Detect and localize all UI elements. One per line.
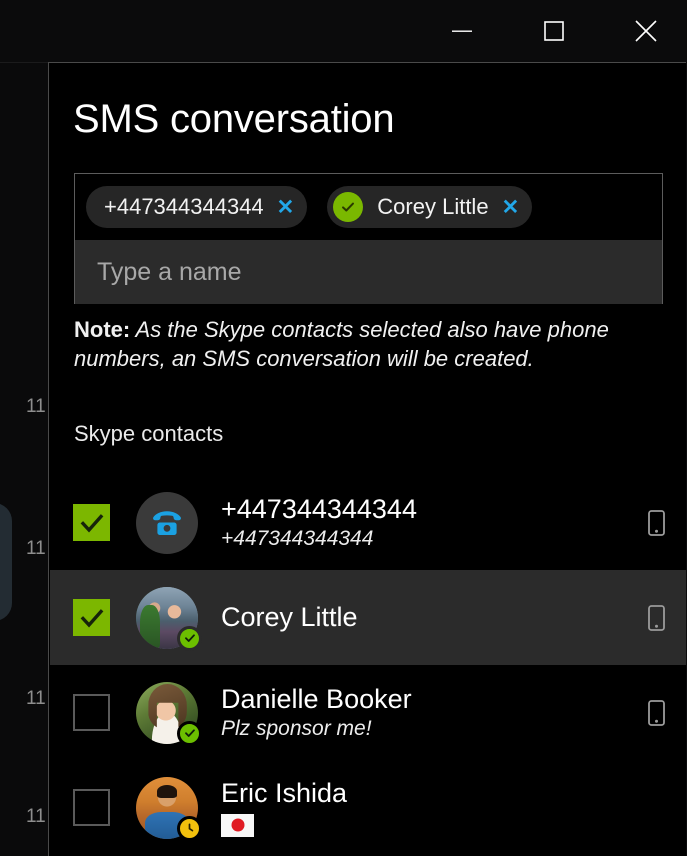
background-timestamp: 11	[26, 538, 46, 559]
contact-checkbox[interactable]	[73, 504, 110, 541]
presence-badge-away	[177, 815, 202, 841]
mobile-phone-icon	[648, 604, 665, 631]
contact-text: +447344344344 +447344344344	[221, 494, 648, 551]
check-icon	[184, 729, 195, 737]
sms-note: Note: As the Skype contacts selected als…	[74, 315, 654, 373]
contact-checkbox[interactable]	[73, 789, 110, 826]
recipient-chip[interactable]: +447344344344 ✕	[86, 186, 308, 228]
sms-conversation-dialog: SMS conversation +447344344344 ✕ Corey L…	[48, 62, 686, 856]
contact-row[interactable]: +447344344344 +447344344344	[50, 475, 686, 570]
background-timestamp: 11	[26, 688, 46, 709]
section-header-skype-contacts: Skype contacts	[74, 421, 224, 446]
maximize-button[interactable]	[531, 0, 577, 62]
contact-name: Corey Little	[221, 602, 358, 633]
check-icon	[184, 634, 195, 642]
minimize-icon	[452, 30, 472, 32]
contact-text: Danielle Booker Plz sponsor me!	[221, 684, 648, 741]
background-timestamp: 11	[26, 396, 46, 417]
background-message-bubble	[0, 503, 12, 621]
presence-badge-online	[177, 720, 202, 746]
phone-avatar	[136, 491, 198, 554]
japan-flag-icon	[221, 813, 254, 837]
presence-badge-online	[177, 625, 202, 651]
sms-note-text: As the Skype contacts selected also have…	[74, 317, 609, 372]
contact-checkbox[interactable]	[73, 599, 110, 636]
recipient-chip-avatar	[333, 192, 364, 222]
telephone-icon	[153, 510, 181, 535]
sms-note-label: Note:	[74, 317, 131, 342]
check-icon	[80, 608, 103, 628]
dialog-title: SMS conversation	[73, 97, 395, 141]
mobile-capability	[648, 604, 665, 631]
contact-text: Eric Ishida	[221, 778, 686, 837]
search-contact-input[interactable]	[75, 240, 662, 304]
contact-name: Danielle Booker	[221, 684, 412, 715]
maximize-icon	[544, 21, 564, 41]
recipient-picker[interactable]: +447344344344 ✕ Corey Little ✕	[74, 173, 663, 304]
avatar	[136, 681, 202, 746]
screen-root: 11 11 11 11 SMS conversation +4473443443…	[0, 0, 687, 856]
contact-row[interactable]: Danielle Booker Plz sponsor me!	[50, 665, 686, 760]
avatar	[136, 586, 202, 651]
contact-row[interactable]: Corey Little	[50, 570, 686, 665]
mobile-phone-icon	[648, 509, 665, 536]
recipient-chip[interactable]: Corey Little ✕	[327, 186, 533, 228]
recipient-chips: +447344344344 ✕ Corey Little ✕	[75, 174, 662, 240]
contact-name: +447344344344	[221, 494, 417, 525]
clock-icon	[188, 823, 194, 831]
mobile-phone-icon	[648, 699, 665, 726]
title-bar	[0, 0, 687, 62]
check-icon	[80, 513, 103, 533]
remove-recipient-icon[interactable]: ✕	[502, 197, 520, 218]
avatar	[136, 776, 202, 841]
avatar	[136, 491, 198, 554]
contact-mood: Plz sponsor me!	[221, 716, 372, 740]
minimize-button[interactable]	[439, 0, 485, 62]
mobile-capability	[648, 509, 665, 536]
background-chat-pane	[0, 62, 48, 856]
contact-checkbox[interactable]	[73, 694, 110, 731]
remove-recipient-icon[interactable]: ✕	[277, 197, 295, 218]
contact-text: Corey Little	[221, 602, 648, 633]
close-button[interactable]	[623, 0, 669, 62]
recipient-chip-label: Corey Little	[377, 194, 489, 219]
background-timestamp: 11	[26, 806, 46, 827]
contact-name: Eric Ishida	[221, 778, 348, 809]
contact-list: +447344344344 +447344344344 Corey Little…	[50, 475, 686, 855]
background-divider	[0, 62, 48, 63]
contact-mood: +447344344344	[221, 526, 374, 550]
check-icon	[342, 202, 355, 212]
close-icon	[635, 20, 657, 42]
recipient-chip-label: +447344344344	[104, 194, 264, 219]
mobile-capability	[648, 699, 665, 726]
contact-row[interactable]: Eric Ishida	[50, 760, 686, 855]
